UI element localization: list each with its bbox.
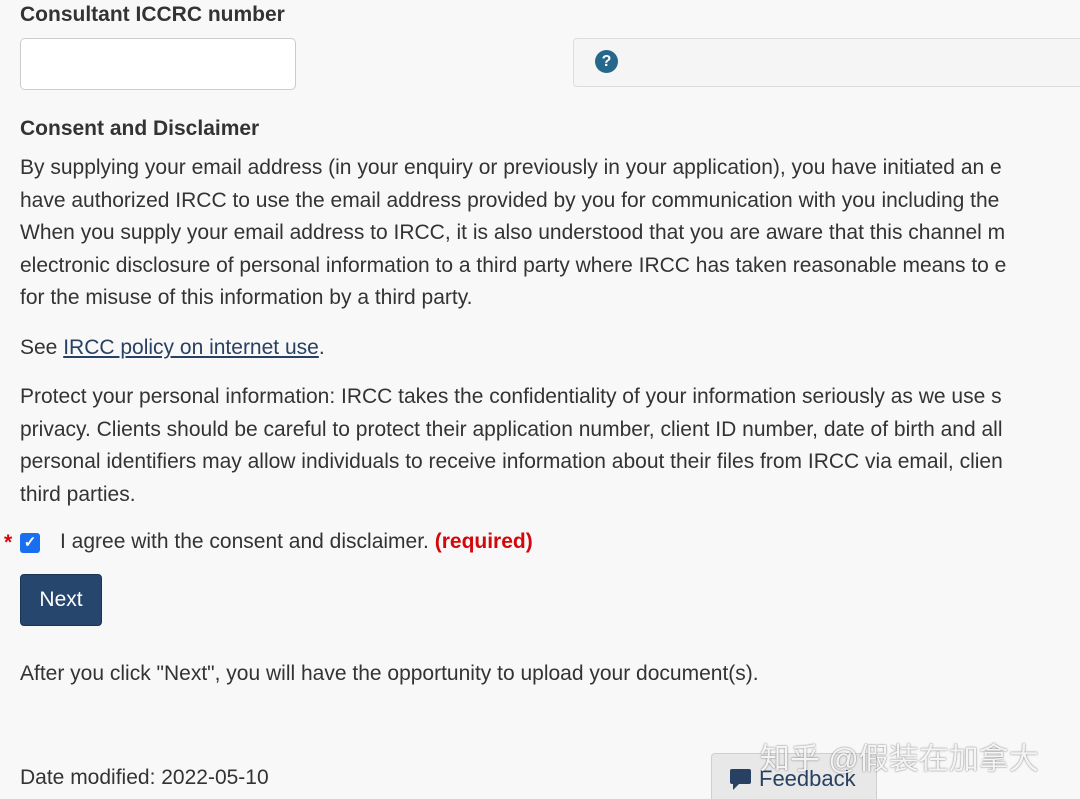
watermark: 知乎 @假装在加拿大 xyxy=(760,743,1039,776)
consent-paragraph-line: for the misuse of this information by a … xyxy=(20,286,473,310)
privacy-paragraph: Protect your personal information: IRCC … xyxy=(20,381,1080,511)
next-button[interactable]: Next xyxy=(20,574,102,626)
internet-use-policy-link[interactable]: IRCC policy on internet use xyxy=(63,336,319,359)
agree-label-text: I agree with the consent and disclaimer. xyxy=(60,530,429,553)
consent-paragraph-line: electronic disclosure of personal inform… xyxy=(20,253,1007,277)
consent-paragraph-line: By supplying your email address (in your… xyxy=(20,156,1002,179)
help-panel: ? xyxy=(573,38,1080,87)
see-prefix: See xyxy=(20,336,64,359)
consent-paragraph: By supplying your email address (in your… xyxy=(20,152,1080,315)
question-circle-icon[interactable]: ? xyxy=(595,50,618,73)
date-modified: Date modified: 2022-05-10 xyxy=(20,766,269,789)
iccrc-number-label: Consultant ICCRC number xyxy=(20,3,285,26)
privacy-paragraph-line: personal identifiers may allow individua… xyxy=(20,450,1003,474)
comment-icon xyxy=(730,769,751,790)
privacy-paragraph-line: third parties. xyxy=(20,482,136,506)
required-text: (required) xyxy=(434,530,533,553)
agree-label[interactable]: I agree with the consent and disclaimer.… xyxy=(60,530,533,554)
privacy-paragraph-line: Protect your personal information: IRCC … xyxy=(20,385,1002,408)
see-suffix: . xyxy=(318,336,325,359)
consent-paragraph-line: have authorized IRCC to use the email ad… xyxy=(20,188,1000,212)
consent-paragraph-line: When you supply your email address to IR… xyxy=(20,221,1006,245)
agree-checkbox[interactable]: ✓ xyxy=(20,533,40,553)
consent-heading: Consent and Disclaimer xyxy=(20,117,260,140)
policy-line: See IRCC policy on internet use. xyxy=(20,332,1080,365)
required-marker: * xyxy=(4,531,13,554)
upload-info-text: After you click "Next", you will have th… xyxy=(20,662,759,685)
privacy-paragraph-line: privacy. Clients should be careful to pr… xyxy=(20,417,1003,441)
iccrc-number-input[interactable] xyxy=(20,38,296,90)
policy-paragraph: See IRCC policy on internet use. xyxy=(20,332,1080,365)
